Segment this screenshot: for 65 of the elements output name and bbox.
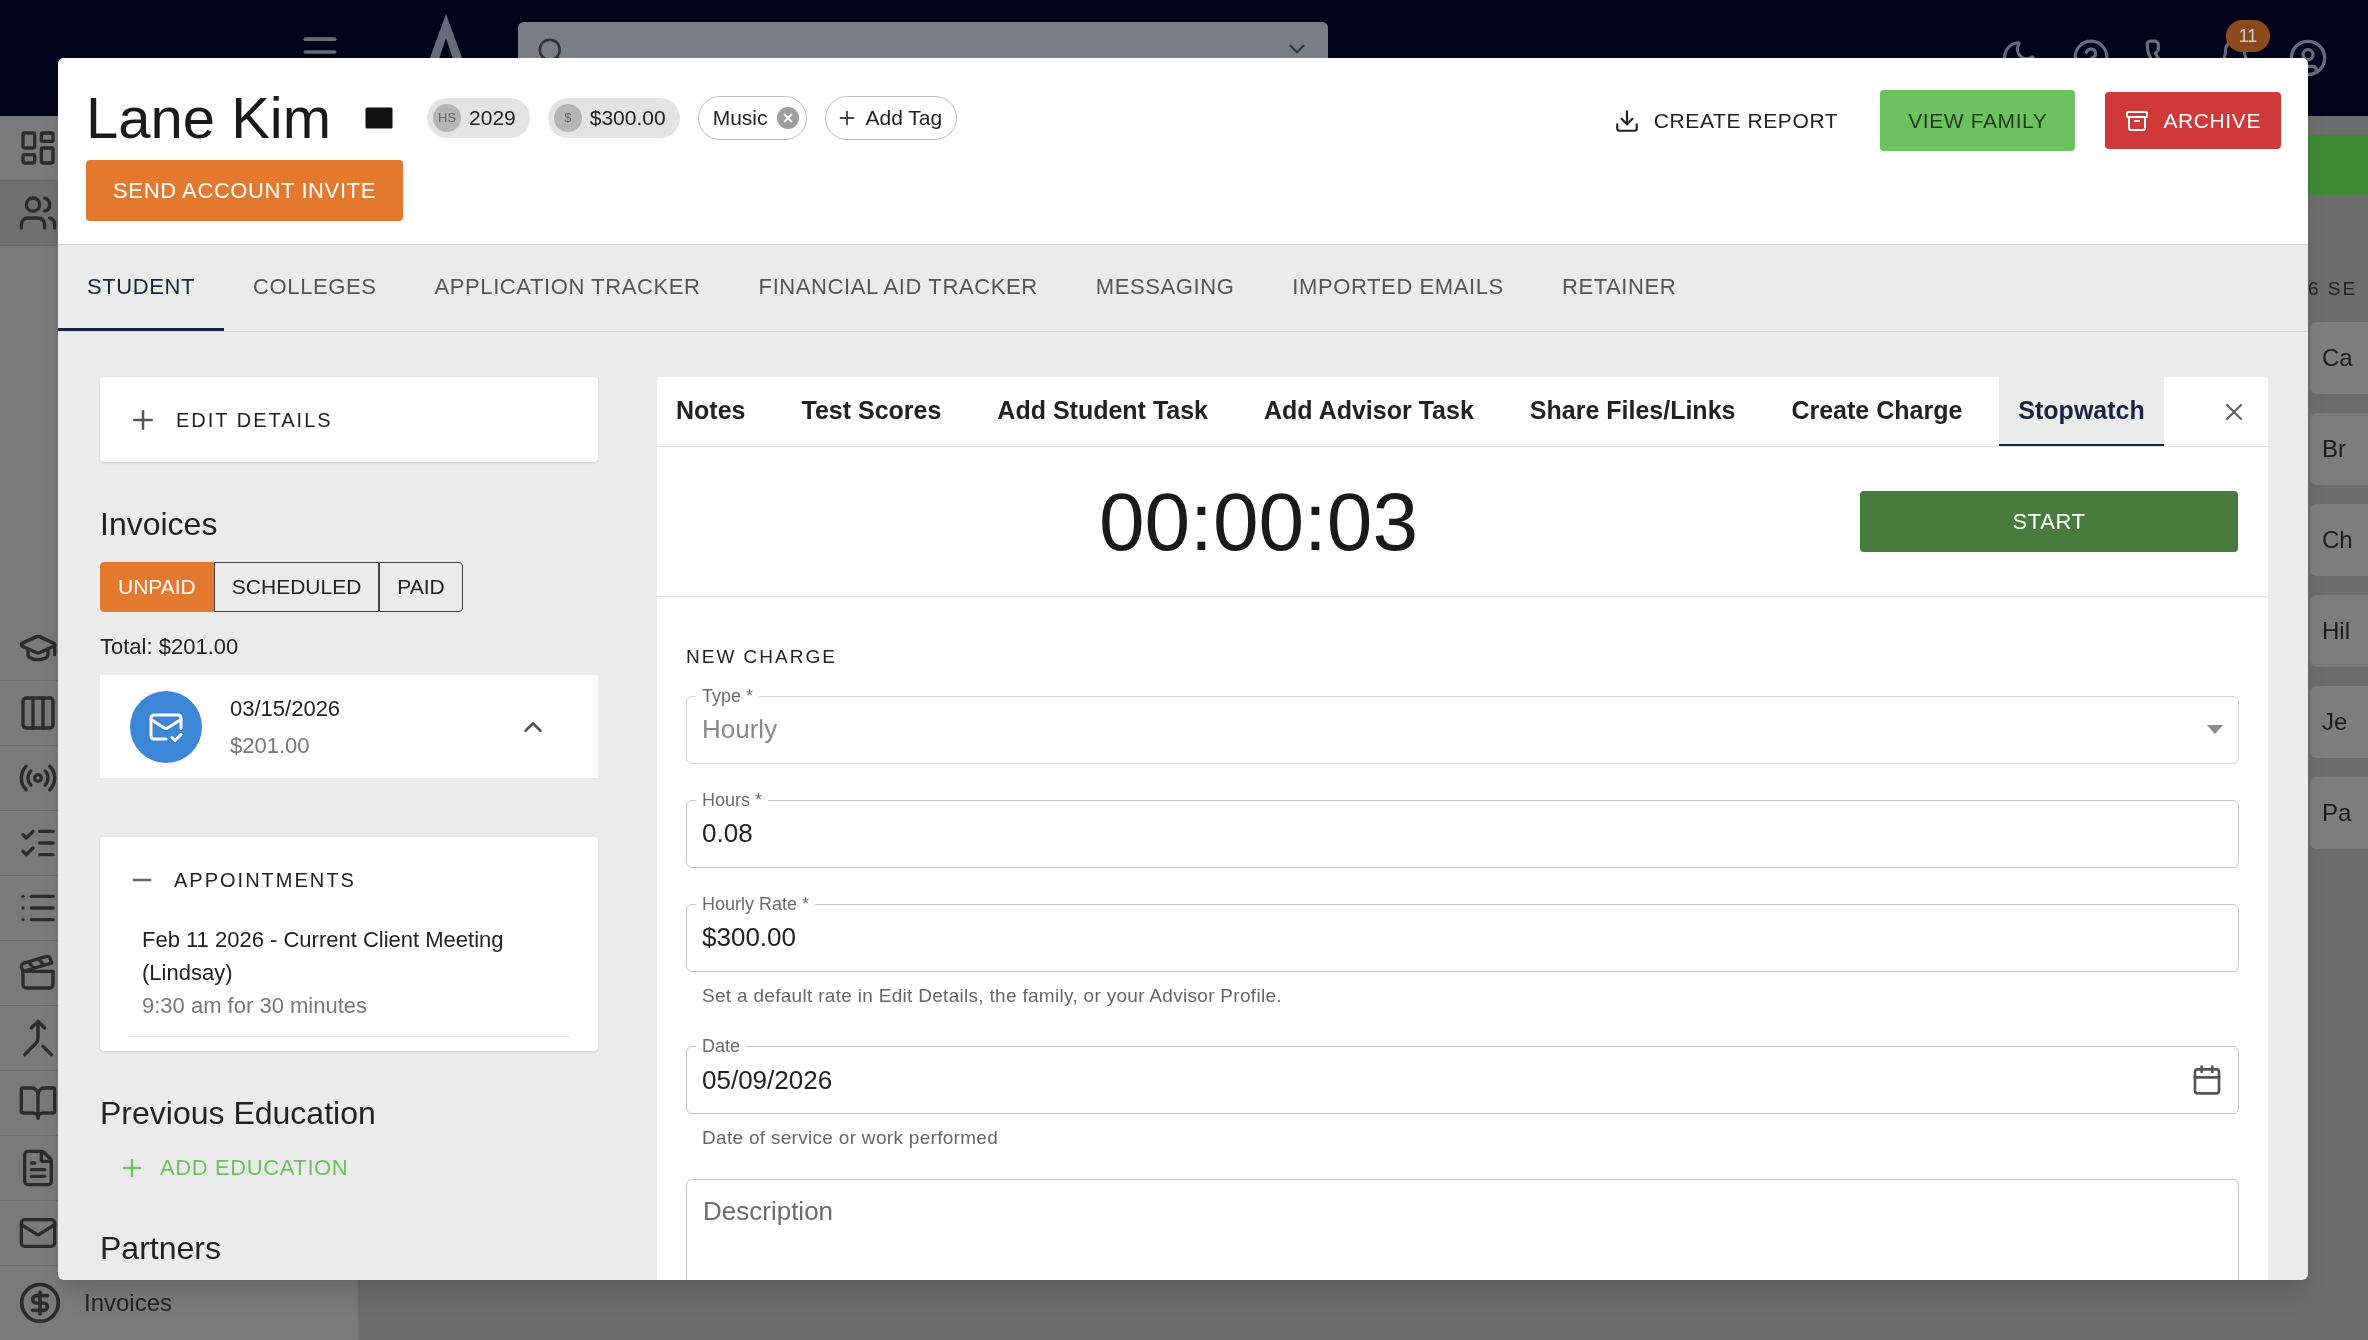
list-card[interactable]: Hil [2310, 594, 2368, 667]
chip[interactable]: HS 2029 [427, 98, 530, 138]
view-family-button[interactable]: VIEW FAMILY [1880, 90, 2076, 151]
stopwatch-time: 00:00:03 [1097, 475, 1420, 569]
list-card[interactable]: Ca [2310, 321, 2368, 394]
tag-label: Music [712, 105, 768, 132]
tab[interactable]: Share Files/Links [1510, 377, 1755, 446]
tab[interactable]: RETAINER [1532, 245, 1706, 331]
add-tag-button[interactable]: Add Tag [824, 96, 958, 140]
start-button[interactable]: START [1860, 491, 2238, 552]
section-heading: Previous Education [100, 1094, 377, 1133]
invoice-date: 03/15/2026 [230, 694, 342, 723]
chip-label: $300.00 [589, 105, 666, 132]
remove-tag-icon[interactable] [775, 106, 800, 130]
helper-text: Set a default rate in Edit Details, the family, or your Advisor Profile. [701, 983, 1283, 1008]
form-heading: NEW CHARGE [686, 645, 838, 669]
description-field[interactable]: Description [686, 1178, 2239, 1280]
chip-avatar: $ [553, 104, 582, 132]
chip-label: 2029 [469, 105, 516, 132]
dashboard-icon[interactable] [18, 128, 58, 168]
tab[interactable]: IMPORTED EMAILS [1263, 245, 1533, 331]
panel-heading: 6 SE [2308, 277, 2359, 301]
list-card[interactable]: Ch [2310, 503, 2368, 576]
invoice-total: Total: $201.00 [100, 633, 240, 661]
sidebar-item[interactable]: Invoices [84, 1285, 173, 1321]
columns-icon[interactable] [18, 693, 58, 733]
filter-toggle[interactable]: PAID [379, 562, 463, 612]
tab[interactable]: STUDENT [58, 245, 225, 331]
tab[interactable]: Add Student Task [978, 377, 1228, 446]
tab[interactable]: Stopwatch [1999, 377, 2164, 446]
helper-text: Date of service or work performed [701, 1126, 1000, 1150]
section-heading: Invoices [100, 505, 219, 544]
people-icon[interactable] [18, 193, 58, 233]
tab[interactable]: MESSAGING [1066, 245, 1264, 331]
appointment-time: 9:30 am for 30 minutes [142, 992, 368, 1020]
notification-badge: 11 [2226, 20, 2270, 52]
invoice-card[interactable]: 03/15/2026 $201.00 [100, 675, 598, 778]
tab[interactable]: Notes [657, 377, 765, 446]
student-name: Lane Kim [86, 89, 332, 147]
archive-icon [2125, 108, 2150, 133]
dollar-icon[interactable] [18, 1281, 62, 1325]
edit-details-button[interactable]: EDIT DETAILS [100, 377, 598, 462]
archive-button[interactable]: ARCHIVE [2105, 92, 2281, 149]
section-heading: Partners [100, 1229, 222, 1268]
dropdown-arrow-icon [2207, 725, 2223, 734]
tab[interactable]: FINANCIAL AID TRACKER [729, 245, 1067, 331]
appointment-title: Feb 11 2026 - Current Client Meeting (Lindsay) [142, 926, 505, 987]
tab[interactable]: COLLEGES [224, 245, 406, 331]
card-title: APPOINTMENTS [174, 868, 356, 893]
filter-toggle[interactable]: SCHEDULED [213, 562, 380, 612]
tab[interactable]: APPLICATION TRACKER [405, 245, 730, 331]
video-icon[interactable] [18, 953, 58, 993]
tab[interactable]: Create Charge [1772, 377, 1982, 446]
invoice-amount: $201.00 [230, 731, 311, 760]
list-card[interactable]: Br [2310, 412, 2368, 485]
chip[interactable]: $ $300.00 [547, 98, 680, 138]
chip-avatar: HS [433, 104, 462, 132]
download-icon [1613, 107, 1640, 134]
calendar-icon[interactable] [2191, 1064, 2223, 1096]
tab[interactable]: Add Advisor Task [1245, 377, 1493, 446]
tag-chip[interactable]: Music [697, 96, 807, 140]
create-report-button[interactable]: CREATE REPORT [1601, 90, 1851, 151]
list-card[interactable]: Je [2310, 685, 2368, 758]
list-card[interactable]: Pa [2310, 776, 2368, 849]
tab[interactable]: Test Scores [782, 377, 961, 446]
